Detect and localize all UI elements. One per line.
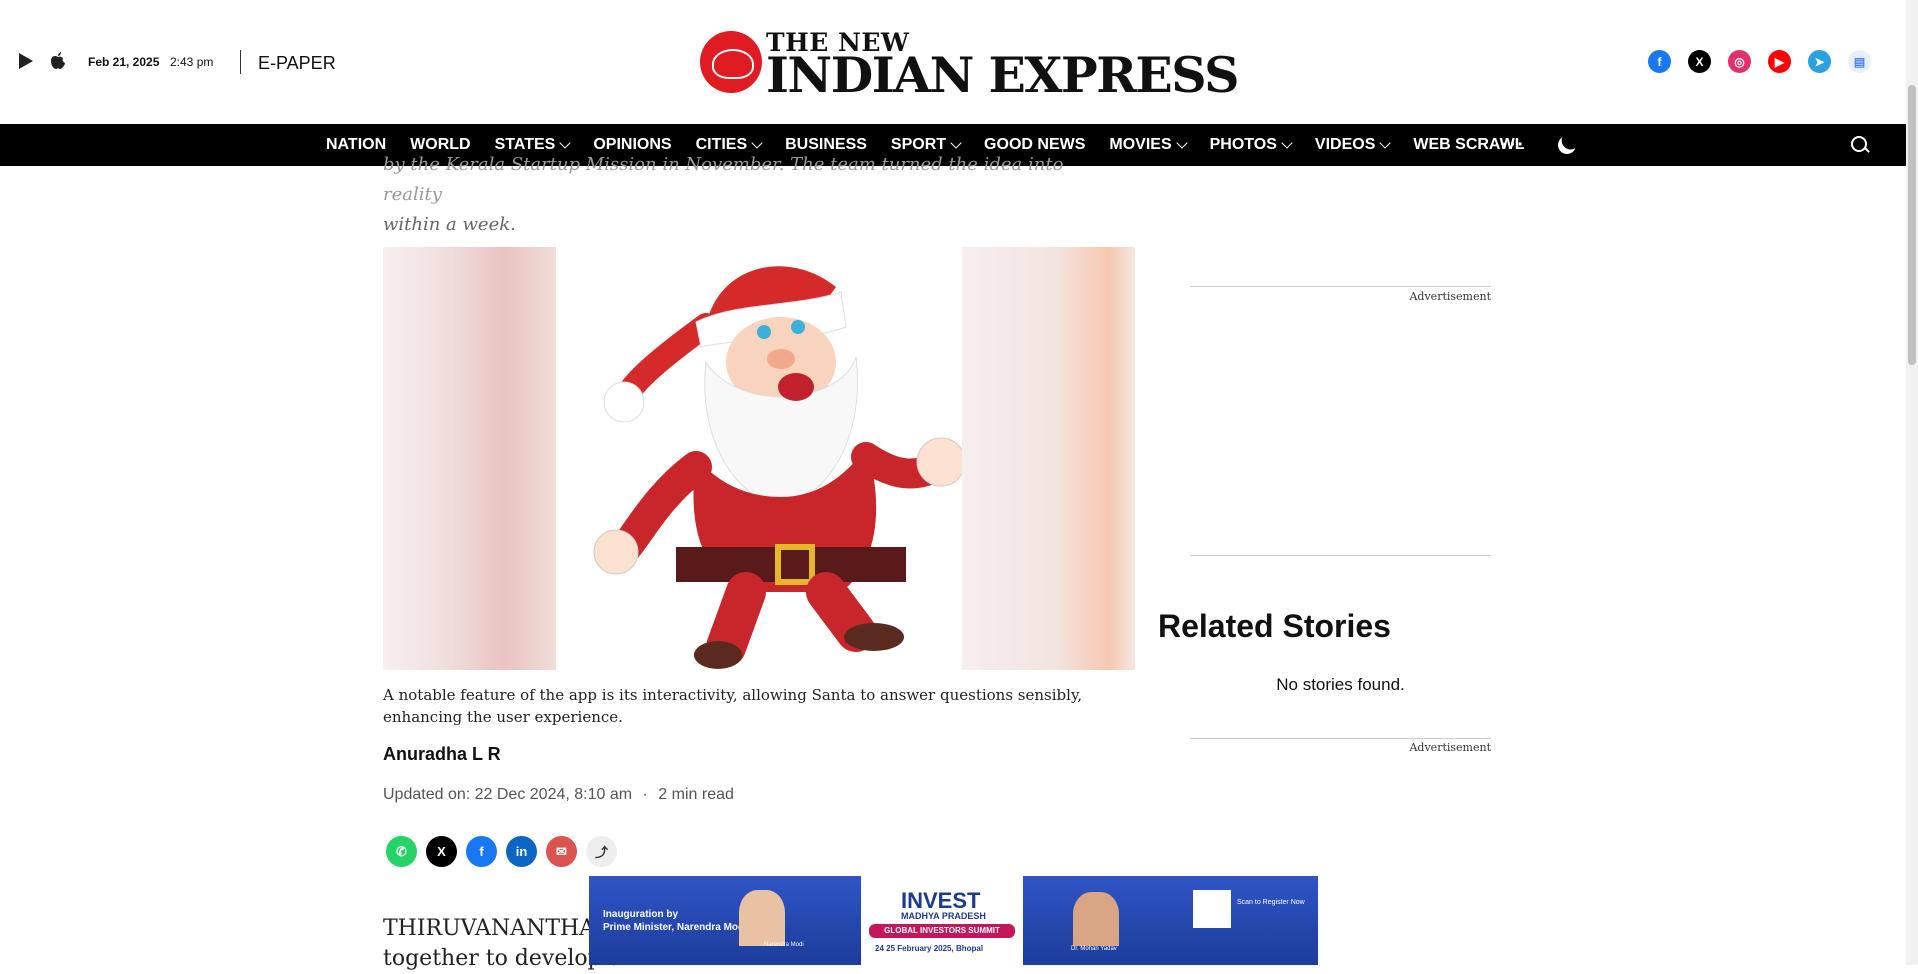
banner-portrait-pm <box>739 890 785 946</box>
whatsapp-share-icon[interactable]: ✆ <box>386 836 417 867</box>
header-date: Feb 21, 2025 <box>88 55 160 69</box>
updated-date: Updated on: 22 Dec 2024, 8:10 am <box>383 786 633 803</box>
nav-item-videos[interactable]: VIDEOS <box>1315 136 1392 154</box>
banner-mp-title: MADHYA PRADESH <box>901 911 986 921</box>
banner-right-panel: Dr. Mohan Yadav Scan to Register Now <box>1023 876 1318 965</box>
image-blur-left <box>383 247 556 670</box>
chevron-down-icon <box>751 137 763 149</box>
advertisement-label: Advertisement <box>1409 290 1491 303</box>
article-image[interactable] <box>383 247 1135 670</box>
facebook-icon[interactable]: f <box>1648 50 1671 73</box>
page-scrollbar[interactable] <box>1906 0 1918 965</box>
meta-separator: · <box>642 786 648 803</box>
banner-pm-name: Narendra Modi <box>764 942 804 948</box>
chevron-down-icon <box>1175 137 1188 149</box>
logo-emblem-icon <box>700 31 762 93</box>
article-author[interactable]: Anuradha L R <box>383 744 501 765</box>
share-icon[interactable]: ⤴ <box>586 836 617 867</box>
chevron-down-icon <box>1281 137 1293 149</box>
nav-item-movies[interactable]: MOVIES <box>1109 136 1188 154</box>
banner-middle-panel: INVEST MADHYA PRADESH GLOBAL INVESTORS S… <box>861 876 1023 965</box>
google-news-icon[interactable]: ▤ <box>1848 50 1871 73</box>
more-menu-icon[interactable]: ··· <box>1502 134 1525 157</box>
banner-summit-badge: GLOBAL INVESTORS SUMMIT <box>869 924 1015 938</box>
subhead-line-cut: by the Kerala Startup Mission in Novembe… <box>383 154 1064 205</box>
scrollbar-thumb[interactable] <box>1908 85 1916 365</box>
instagram-icon[interactable]: ◎ <box>1728 50 1751 73</box>
chevron-down-icon <box>1379 137 1392 149</box>
x-icon[interactable]: X <box>1688 50 1711 73</box>
banner-cm-name: Dr. Mohan Yadav <box>1071 946 1117 952</box>
nav-item-nation[interactable]: NATION <box>326 136 386 154</box>
ad-divider-bottom <box>1190 555 1491 556</box>
santa-illustration <box>556 247 966 670</box>
logo-main-text: INDIAN EXPRESS <box>766 46 1239 104</box>
epaper-link[interactable]: E-PAPER <box>258 53 336 74</box>
header-time: 2:43 pm <box>170 55 214 69</box>
site-logo[interactable]: THE NEW INDIAN EXPRESS <box>700 28 1239 104</box>
chevron-down-icon <box>559 137 571 149</box>
read-time: 2 min read <box>658 786 734 803</box>
share-bar: ✆ X f in ✉ ⤴ <box>386 836 617 867</box>
sticky-banner-ad[interactable]: Inauguration by Prime Minister, Narendra… <box>589 876 1318 965</box>
site-header: Feb 21, 2025 2:43 pm E-PAPER THE NEW IND… <box>0 0 1906 124</box>
qr-code-icon <box>1193 890 1231 928</box>
email-share-icon[interactable]: ✉ <box>546 836 577 867</box>
banner-left-panel: Inauguration by Prime Minister, Narendra… <box>589 876 861 965</box>
telegram-icon[interactable]: ➤ <box>1808 50 1831 73</box>
x-share-icon[interactable]: X <box>426 836 457 867</box>
image-caption: A notable feature of the app is its inte… <box>383 686 1083 726</box>
search-icon[interactable] <box>1851 136 1867 152</box>
youtube-icon[interactable]: ▶ <box>1768 50 1791 73</box>
linkedin-share-icon[interactable]: in <box>506 836 537 867</box>
banner-scan-text: Scan to Register Now <box>1237 899 1305 906</box>
article-subheading: by the Kerala Startup Mission in Novembe… <box>383 150 1103 240</box>
ad-divider-2 <box>1190 738 1491 739</box>
advertisement-label-2: Advertisement <box>1409 741 1491 754</box>
header-divider <box>240 50 241 74</box>
banner-inauguration-text: Inauguration by Prime Minister, Narendra… <box>603 909 747 933</box>
ad-divider-top <box>1190 286 1491 287</box>
banner-summit-date: 24 25 February 2025, Bhopal <box>875 944 984 953</box>
google-play-icon[interactable] <box>18 52 36 70</box>
chevron-down-icon <box>950 137 962 149</box>
article-meta: Updated on: 22 Dec 2024, 8:10 am · 2 min… <box>383 786 734 804</box>
related-stories-title: Related Stories <box>1158 608 1391 644</box>
related-stories-empty: No stories found. <box>1276 675 1405 694</box>
banner-portrait-cm <box>1073 892 1119 946</box>
facebook-share-icon[interactable]: f <box>466 836 497 867</box>
nav-item-photos[interactable]: PHOTOS <box>1210 136 1293 154</box>
app-store-links <box>18 52 68 70</box>
subhead-line: within a week. <box>383 214 516 235</box>
social-links: f X ◎ ▶ ➤ ▤ <box>1648 50 1871 73</box>
apple-icon[interactable] <box>50 52 68 70</box>
image-blur-right <box>962 247 1135 670</box>
